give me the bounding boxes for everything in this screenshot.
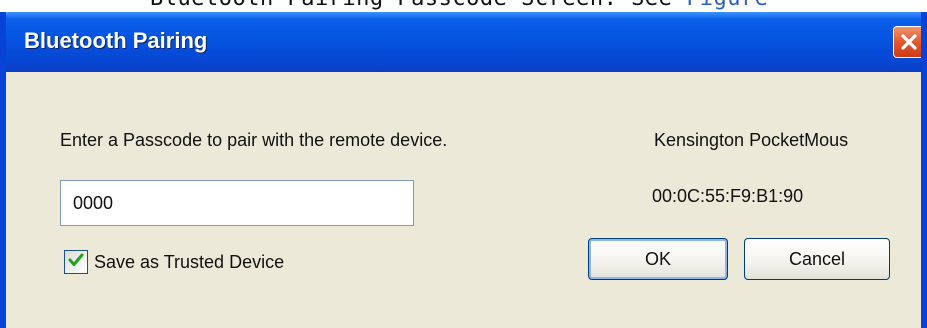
passcode-prompt-label: Enter a Passcode to pair with the remote… [60, 130, 448, 150]
save-trusted-device-label: Save as Trusted Device [94, 251, 285, 272]
page: Bluetooth Pairing Passcode Screen. See F… [0, 0, 927, 328]
document-caption: Bluetooth Pairing Passcode Screen. See F… [150, 0, 769, 11]
close-icon [899, 32, 919, 52]
device-address: 00:0C:55:F9:B1:90 [652, 186, 804, 206]
passcode-input[interactable] [60, 180, 414, 226]
figure-link[interactable]: Figure [686, 0, 768, 11]
window-title: Bluetooth Pairing [24, 28, 208, 53]
close-button[interactable] [893, 26, 921, 58]
checkmark-icon [67, 251, 85, 273]
device-name: Kensington PocketMous [654, 130, 849, 150]
document-caption-text: Bluetooth Pairing Passcode Screen. See [150, 0, 686, 11]
title-bar[interactable]: Bluetooth Pairing [6, 12, 921, 72]
cancel-button[interactable]: Cancel [744, 238, 890, 280]
ok-button[interactable]: OK [588, 238, 728, 280]
save-trusted-device-checkbox[interactable] [64, 250, 88, 274]
bluetooth-pairing-dialog: Bluetooth Pairing Enter a Passcode to pa… [0, 12, 927, 328]
save-trusted-device-checkbox-row[interactable]: Save as Trusted Device [64, 250, 284, 274]
dialog-body: Enter a Passcode to pair with the remote… [6, 72, 921, 328]
